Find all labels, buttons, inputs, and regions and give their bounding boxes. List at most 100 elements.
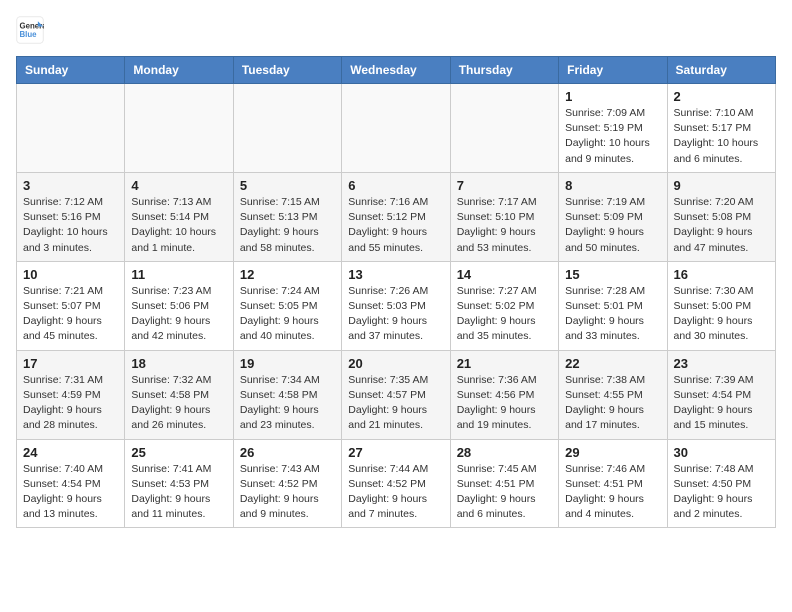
day-info: Sunrise: 7:16 AM Sunset: 5:12 PM Dayligh…: [348, 195, 443, 256]
day-info: Sunrise: 7:21 AM Sunset: 5:07 PM Dayligh…: [23, 284, 118, 345]
calendar-cell: 13 Sunrise: 7:26 AM Sunset: 5:03 PM Dayli…: [342, 261, 450, 350]
day-info: Sunrise: 7:31 AM Sunset: 4:59 PM Dayligh…: [23, 373, 118, 434]
day-header-saturday: Saturday: [667, 57, 775, 84]
calendar-cell: 30 Sunrise: 7:48 AM Sunset: 4:50 PM Dayli…: [667, 439, 775, 528]
calendar-cell: 16 Sunrise: 7:30 AM Sunset: 5:00 PM Dayli…: [667, 261, 775, 350]
calendar-cell: 5 Sunrise: 7:15 AM Sunset: 5:13 PM Daylig…: [233, 172, 341, 261]
calendar-cell: 2 Sunrise: 7:10 AM Sunset: 5:17 PM Daylig…: [667, 84, 775, 173]
day-number: 14: [457, 267, 552, 282]
day-number: 8: [565, 178, 660, 193]
day-info: Sunrise: 7:27 AM Sunset: 5:02 PM Dayligh…: [457, 284, 552, 345]
calendar-cell: [450, 84, 558, 173]
day-info: Sunrise: 7:39 AM Sunset: 4:54 PM Dayligh…: [674, 373, 769, 434]
day-info: Sunrise: 7:45 AM Sunset: 4:51 PM Dayligh…: [457, 462, 552, 523]
calendar-cell: 1 Sunrise: 7:09 AM Sunset: 5:19 PM Daylig…: [559, 84, 667, 173]
day-info: Sunrise: 7:12 AM Sunset: 5:16 PM Dayligh…: [23, 195, 118, 256]
day-number: 28: [457, 445, 552, 460]
day-info: Sunrise: 7:10 AM Sunset: 5:17 PM Dayligh…: [674, 106, 769, 167]
day-number: 17: [23, 356, 118, 371]
day-number: 23: [674, 356, 769, 371]
day-info: Sunrise: 7:46 AM Sunset: 4:51 PM Dayligh…: [565, 462, 660, 523]
day-number: 25: [131, 445, 226, 460]
calendar-cell: 19Sunrise: 7:34 AM Sunset: 4:58 PM Dayli…: [233, 350, 341, 439]
calendar-cell: 4 Sunrise: 7:13 AM Sunset: 5:14 PM Daylig…: [125, 172, 233, 261]
day-info: Sunrise: 7:09 AM Sunset: 5:19 PM Dayligh…: [565, 106, 660, 167]
day-number: 13: [348, 267, 443, 282]
day-number: 29: [565, 445, 660, 460]
calendar-cell: 9 Sunrise: 7:20 AM Sunset: 5:08 PM Daylig…: [667, 172, 775, 261]
day-info: Sunrise: 7:15 AM Sunset: 5:13 PM Dayligh…: [240, 195, 335, 256]
calendar-cell: 7Sunrise: 7:17 AM Sunset: 5:10 PM Daylig…: [450, 172, 558, 261]
day-number: 18: [131, 356, 226, 371]
day-number: 12: [240, 267, 335, 282]
day-number: 21: [457, 356, 552, 371]
day-info: Sunrise: 7:20 AM Sunset: 5:08 PM Dayligh…: [674, 195, 769, 256]
calendar-cell: 10 Sunrise: 7:21 AM Sunset: 5:07 PM Dayli…: [17, 261, 125, 350]
calendar-cell: 8 Sunrise: 7:19 AM Sunset: 5:09 PM Daylig…: [559, 172, 667, 261]
day-info: Sunrise: 7:23 AM Sunset: 5:06 PM Dayligh…: [131, 284, 226, 345]
day-number: 9: [674, 178, 769, 193]
day-info: Sunrise: 7:19 AM Sunset: 5:09 PM Dayligh…: [565, 195, 660, 256]
calendar-cell: 20 Sunrise: 7:35 AM Sunset: 4:57 PM Dayli…: [342, 350, 450, 439]
day-info: Sunrise: 7:48 AM Sunset: 4:50 PM Dayligh…: [674, 462, 769, 523]
calendar-cell: 22 Sunrise: 7:38 AM Sunset: 4:55 PM Dayli…: [559, 350, 667, 439]
day-header-sunday: Sunday: [17, 57, 125, 84]
day-number: 27: [348, 445, 443, 460]
day-info: Sunrise: 7:17 AM Sunset: 5:10 PM Dayligh…: [457, 195, 552, 256]
calendar-cell: 27 Sunrise: 7:44 AM Sunset: 4:52 PM Dayli…: [342, 439, 450, 528]
calendar-header-row: SundayMondayTuesdayWednesdayThursdayFrid…: [17, 57, 776, 84]
day-info: Sunrise: 7:34 AM Sunset: 4:58 PM Dayligh…: [240, 373, 335, 434]
day-number: 24: [23, 445, 118, 460]
day-header-thursday: Thursday: [450, 57, 558, 84]
day-info: Sunrise: 7:24 AM Sunset: 5:05 PM Dayligh…: [240, 284, 335, 345]
day-info: Sunrise: 7:36 AM Sunset: 4:56 PM Dayligh…: [457, 373, 552, 434]
calendar-cell: 3 Sunrise: 7:12 AM Sunset: 5:16 PM Daylig…: [17, 172, 125, 261]
day-info: Sunrise: 7:38 AM Sunset: 4:55 PM Dayligh…: [565, 373, 660, 434]
day-number: 3: [23, 178, 118, 193]
day-header-friday: Friday: [559, 57, 667, 84]
day-number: 30: [674, 445, 769, 460]
day-number: 11: [131, 267, 226, 282]
calendar-cell: 21 Sunrise: 7:36 AM Sunset: 4:56 PM Dayli…: [450, 350, 558, 439]
day-number: 10: [23, 267, 118, 282]
day-number: 16: [674, 267, 769, 282]
day-number: 4: [131, 178, 226, 193]
day-number: 2: [674, 89, 769, 104]
calendar-cell: [125, 84, 233, 173]
calendar-week-3: 10 Sunrise: 7:21 AM Sunset: 5:07 PM Dayli…: [17, 261, 776, 350]
day-number: 20: [348, 356, 443, 371]
calendar-week-1: 1 Sunrise: 7:09 AM Sunset: 5:19 PM Daylig…: [17, 84, 776, 173]
calendar-cell: [342, 84, 450, 173]
day-number: 6: [348, 178, 443, 193]
day-info: Sunrise: 7:40 AM Sunset: 4:54 PM Dayligh…: [23, 462, 118, 523]
calendar-cell: 24 Sunrise: 7:40 AM Sunset: 4:54 PM Dayli…: [17, 439, 125, 528]
calendar-week-4: 17 Sunrise: 7:31 AM Sunset: 4:59 PM Dayli…: [17, 350, 776, 439]
calendar-cell: 25 Sunrise: 7:41 AM Sunset: 4:53 PM Dayli…: [125, 439, 233, 528]
day-info: Sunrise: 7:26 AM Sunset: 5:03 PM Dayligh…: [348, 284, 443, 345]
day-header-tuesday: Tuesday: [233, 57, 341, 84]
calendar-cell: 18Sunrise: 7:32 AM Sunset: 4:58 PM Dayli…: [125, 350, 233, 439]
calendar-cell: [17, 84, 125, 173]
day-info: Sunrise: 7:13 AM Sunset: 5:14 PM Dayligh…: [131, 195, 226, 256]
day-info: Sunrise: 7:28 AM Sunset: 5:01 PM Dayligh…: [565, 284, 660, 345]
calendar-cell: 15 Sunrise: 7:28 AM Sunset: 5:01 PM Dayli…: [559, 261, 667, 350]
calendar-cell: 23 Sunrise: 7:39 AM Sunset: 4:54 PM Dayli…: [667, 350, 775, 439]
page-header: General Blue: [16, 16, 776, 44]
day-header-wednesday: Wednesday: [342, 57, 450, 84]
day-info: Sunrise: 7:35 AM Sunset: 4:57 PM Dayligh…: [348, 373, 443, 434]
calendar-table: SundayMondayTuesdayWednesdayThursdayFrid…: [16, 56, 776, 528]
calendar-cell: 17 Sunrise: 7:31 AM Sunset: 4:59 PM Dayli…: [17, 350, 125, 439]
day-info: Sunrise: 7:30 AM Sunset: 5:00 PM Dayligh…: [674, 284, 769, 345]
calendar-cell: 11 Sunrise: 7:23 AM Sunset: 5:06 PM Dayli…: [125, 261, 233, 350]
calendar-cell: [233, 84, 341, 173]
day-number: 22: [565, 356, 660, 371]
day-number: 1: [565, 89, 660, 104]
day-number: 26: [240, 445, 335, 460]
day-number: 15: [565, 267, 660, 282]
day-info: Sunrise: 7:41 AM Sunset: 4:53 PM Dayligh…: [131, 462, 226, 523]
day-info: Sunrise: 7:43 AM Sunset: 4:52 PM Dayligh…: [240, 462, 335, 523]
day-info: Sunrise: 7:44 AM Sunset: 4:52 PM Dayligh…: [348, 462, 443, 523]
day-header-monday: Monday: [125, 57, 233, 84]
day-number: 5: [240, 178, 335, 193]
calendar-cell: 26 Sunrise: 7:43 AM Sunset: 4:52 PM Dayli…: [233, 439, 341, 528]
